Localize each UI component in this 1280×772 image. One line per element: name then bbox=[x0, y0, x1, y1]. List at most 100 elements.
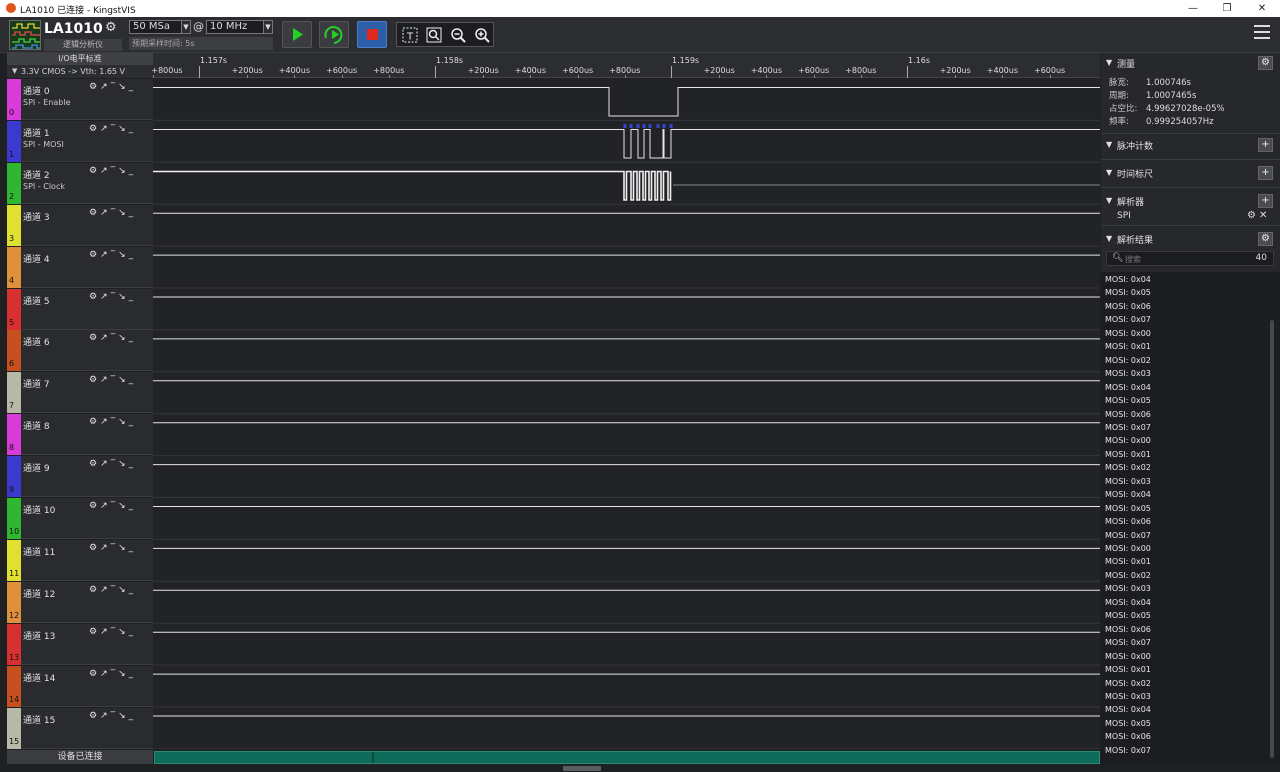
decode-result-row[interactable]: MOSI: 0x00 bbox=[1105, 542, 1151, 555]
horizontal-scrollbar[interactable] bbox=[0, 764, 1280, 772]
stop-button[interactable] bbox=[357, 21, 387, 48]
channel-tool-falling-edge-icon[interactable]: ↘ bbox=[118, 711, 129, 721]
sample-depth-select[interactable]: 10 MHz ▼ bbox=[206, 20, 273, 34]
channel-tool-rising-edge-icon[interactable]: ↗ bbox=[100, 333, 111, 343]
channel-tool-low-level-icon[interactable]: _ bbox=[129, 208, 137, 218]
channel-row[interactable]: 12 通道 12 ⚙↗‾↘_ bbox=[7, 581, 153, 623]
pulse-count-section[interactable]: ▼ 脉冲计数 + bbox=[1101, 135, 1280, 155]
channel-tool-low-level-icon[interactable]: _ bbox=[129, 292, 137, 302]
decode-result-row[interactable]: MOSI: 0x04 bbox=[1105, 381, 1151, 394]
channel-tool-high-level-icon[interactable]: ‾ bbox=[111, 375, 119, 385]
channel-tool-settings-gear-icon[interactable]: ⚙ bbox=[89, 208, 100, 218]
channel-name[interactable]: 通道 5 bbox=[23, 294, 50, 307]
channel-tool-high-level-icon[interactable]: ‾ bbox=[111, 711, 119, 721]
results-section[interactable]: ▼ 解析结果 ⚙ bbox=[1101, 229, 1280, 249]
menu-icon[interactable] bbox=[1254, 25, 1270, 41]
channel-row[interactable]: 3 通道 3 ⚙↗‾↘_ bbox=[7, 204, 153, 246]
channel-tool-rising-edge-icon[interactable]: ↗ bbox=[100, 711, 111, 721]
add-pulse-count-plus-icon[interactable]: + bbox=[1258, 138, 1273, 152]
channel-name[interactable]: 通道 8 bbox=[23, 419, 50, 432]
channel-name[interactable]: 通道 6 bbox=[23, 335, 50, 348]
decode-result-row[interactable]: MOSI: 0x02 bbox=[1105, 677, 1151, 690]
channel-tool-settings-gear-icon[interactable]: ⚙ bbox=[89, 711, 100, 721]
channel-tool-low-level-icon[interactable]: _ bbox=[129, 166, 137, 176]
channel-row[interactable]: 9 通道 9 ⚙↗‾↘_ bbox=[7, 456, 153, 498]
waveform-canvas[interactable] bbox=[153, 79, 1100, 749]
channel-tool-settings-gear-icon[interactable]: ⚙ bbox=[89, 417, 100, 427]
zoom-in-icon[interactable] bbox=[472, 26, 492, 44]
measure-settings-gear-icon[interactable]: ⚙ bbox=[1258, 56, 1273, 70]
channel-tool-settings-gear-icon[interactable]: ⚙ bbox=[89, 585, 100, 595]
decode-result-row[interactable]: MOSI: 0x00 bbox=[1105, 434, 1151, 447]
channel-tool-settings-gear-icon[interactable]: ⚙ bbox=[89, 124, 100, 134]
channel-row[interactable]: 10 通道 10 ⚙↗‾↘_ bbox=[7, 498, 153, 539]
channel-tool-rising-edge-icon[interactable]: ↗ bbox=[100, 543, 111, 553]
channel-row[interactable]: 15 通道 15 ⚙↗‾↘_ bbox=[7, 707, 153, 749]
channel-tool-falling-edge-icon[interactable]: ↘ bbox=[118, 333, 129, 343]
channel-tool-rising-edge-icon[interactable]: ↗ bbox=[100, 669, 111, 679]
decode-result-row[interactable]: MOSI: 0x04 bbox=[1105, 273, 1151, 286]
channel-tool-high-level-icon[interactable]: ‾ bbox=[111, 82, 119, 92]
channel-tool-settings-gear-icon[interactable]: ⚙ bbox=[89, 333, 100, 343]
channel-name[interactable]: 通道 10 bbox=[23, 503, 55, 516]
sample-rate-select[interactable]: 50 MSa ▼ bbox=[129, 20, 191, 34]
io-level-select[interactable]: ▼ 3.3V CMOS -> Vth: 1.65 V bbox=[7, 65, 153, 78]
timing-section[interactable]: ▼ 时间标尺 + bbox=[1101, 163, 1280, 183]
channel-tool-falling-edge-icon[interactable]: ↘ bbox=[118, 417, 129, 427]
overview-bar[interactable] bbox=[154, 751, 1100, 764]
decoder-gear-icon[interactable]: ⚙ bbox=[1247, 210, 1259, 221]
channel-tool-high-level-icon[interactable]: ‾ bbox=[111, 459, 119, 469]
decode-result-row[interactable]: MOSI: 0x07 bbox=[1105, 529, 1151, 542]
decode-result-row[interactable]: MOSI: 0x06 bbox=[1105, 515, 1151, 528]
measure-section[interactable]: ▼ 测量 ⚙ bbox=[1101, 53, 1280, 73]
decode-result-row[interactable]: MOSI: 0x02 bbox=[1105, 569, 1151, 582]
channel-tool-high-level-icon[interactable]: ‾ bbox=[111, 543, 119, 553]
decoder-close-icon[interactable]: ✕ bbox=[1259, 210, 1270, 221]
channel-tool-falling-edge-icon[interactable]: ↘ bbox=[118, 166, 129, 176]
channel-name[interactable]: 通道 4 bbox=[23, 252, 50, 265]
channel-name[interactable]: 通道 1 bbox=[23, 126, 50, 139]
channel-tool-rising-edge-icon[interactable]: ↗ bbox=[100, 82, 111, 92]
close-button[interactable]: ✕ bbox=[1244, 1, 1280, 16]
decode-result-row[interactable]: MOSI: 0x02 bbox=[1105, 461, 1151, 474]
channel-tool-rising-edge-icon[interactable]: ↗ bbox=[100, 375, 111, 385]
channel-row[interactable]: 6 通道 6 ⚙↗‾↘_ bbox=[7, 330, 153, 372]
decode-result-row[interactable]: MOSI: 0x07 bbox=[1105, 636, 1151, 649]
channel-tool-low-level-icon[interactable]: _ bbox=[129, 459, 137, 469]
zoom-fit-icon[interactable] bbox=[424, 26, 444, 44]
channel-tool-falling-edge-icon[interactable]: ↘ bbox=[118, 292, 129, 302]
channel-name[interactable]: 通道 13 bbox=[23, 629, 55, 642]
decode-result-row[interactable]: MOSI: 0x04 bbox=[1105, 703, 1151, 716]
zoom-out-icon[interactable] bbox=[448, 26, 468, 44]
channel-row[interactable]: 11 通道 11 ⚙↗‾↘_ bbox=[7, 539, 153, 581]
channel-row[interactable]: 2 通道 2 SPI - Clock ⚙↗‾↘_ bbox=[7, 162, 153, 204]
channel-tool-high-level-icon[interactable]: ‾ bbox=[111, 501, 119, 511]
channel-tool-low-level-icon[interactable]: _ bbox=[129, 417, 137, 427]
channel-tool-settings-gear-icon[interactable]: ⚙ bbox=[89, 543, 100, 553]
time-ruler[interactable]: 1.157s 1.158s 1.159s 1.16s +800us +200us +400u… bbox=[151, 53, 1100, 78]
decode-result-row[interactable]: MOSI: 0x07 bbox=[1105, 421, 1151, 434]
channel-row[interactable]: 7 通道 7 ⚙↗‾↘_ bbox=[7, 372, 153, 414]
channel-name[interactable]: 通道 14 bbox=[23, 671, 55, 684]
channel-tool-settings-gear-icon[interactable]: ⚙ bbox=[89, 669, 100, 679]
channel-tool-settings-gear-icon[interactable]: ⚙ bbox=[89, 292, 100, 302]
decode-result-row[interactable]: MOSI: 0x03 bbox=[1105, 690, 1151, 703]
channel-tool-high-level-icon[interactable]: ‾ bbox=[111, 250, 119, 260]
decode-result-row[interactable]: MOSI: 0x03 bbox=[1105, 582, 1151, 595]
channel-tool-rising-edge-icon[interactable]: ↗ bbox=[100, 459, 111, 469]
repeat-start-button[interactable] bbox=[319, 21, 349, 48]
channel-tool-rising-edge-icon[interactable]: ↗ bbox=[100, 208, 111, 218]
text-tool-icon[interactable]: T bbox=[400, 26, 420, 44]
channel-tool-rising-edge-icon[interactable]: ↗ bbox=[100, 585, 111, 595]
decode-result-row[interactable]: MOSI: 0x01 bbox=[1105, 663, 1151, 676]
start-button[interactable] bbox=[282, 21, 312, 48]
decoder-spi[interactable]: SPI bbox=[1117, 211, 1131, 221]
decode-result-row[interactable]: MOSI: 0x01 bbox=[1105, 448, 1151, 461]
decode-result-row[interactable]: MOSI: 0x05 bbox=[1105, 717, 1151, 730]
results-scrollbar[interactable] bbox=[1270, 320, 1274, 758]
channel-tool-falling-edge-icon[interactable]: ↘ bbox=[118, 543, 129, 553]
restore-button[interactable]: ❐ bbox=[1209, 1, 1245, 16]
channel-row[interactable]: 4 通道 4 ⚙↗‾↘_ bbox=[7, 246, 153, 288]
decode-result-row[interactable]: MOSI: 0x04 bbox=[1105, 488, 1151, 501]
channel-tool-low-level-icon[interactable]: _ bbox=[129, 501, 137, 511]
